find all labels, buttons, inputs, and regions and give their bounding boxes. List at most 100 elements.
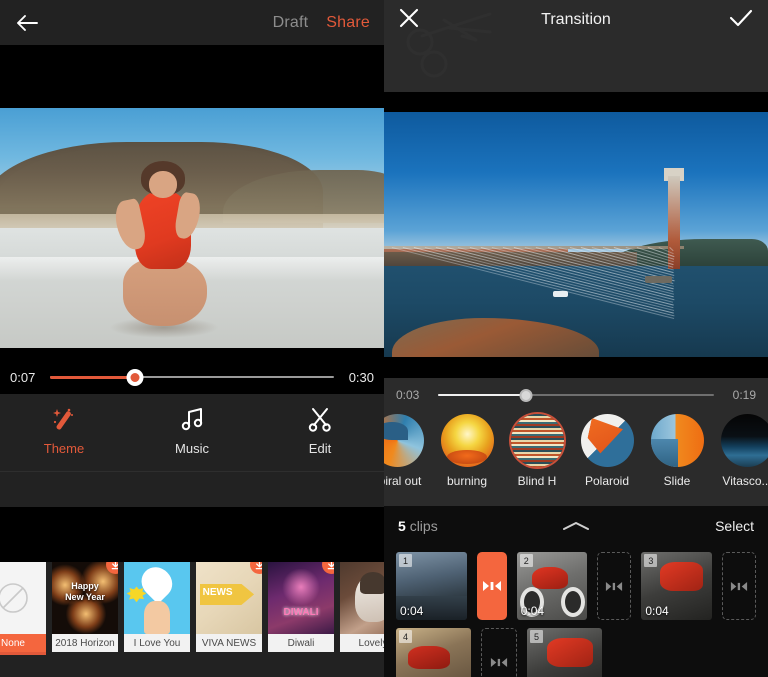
transition-bowtie-icon — [605, 580, 623, 593]
clip-index: 1 — [399, 554, 412, 567]
transition-item-blind-h[interactable]: Blind H — [502, 412, 572, 488]
transition-item-burning[interactable]: burning — [432, 412, 502, 488]
theme-item-none[interactable]: None — [0, 562, 46, 655]
right-timeline[interactable]: 0:03 0:19 — [384, 378, 768, 412]
theme-item-lovely[interactable]: Lovely — [340, 562, 384, 652]
clips-count-number: 5 — [398, 518, 406, 534]
transition-thumb-spiral-out — [384, 414, 424, 467]
transition-bowtie-icon — [730, 580, 748, 593]
boat — [553, 291, 568, 297]
bridge-cables — [384, 112, 768, 357]
beach-video-frame — [0, 108, 384, 348]
panel-spacer — [0, 472, 384, 507]
clip-index: 4 — [399, 630, 412, 643]
video-editor-panel: Draft Share — [0, 0, 384, 677]
theme-label: VIVA NEWS — [196, 634, 262, 652]
editor-tab-bar: Theme Music — [0, 394, 384, 472]
theme-art-text: NEWS — [203, 587, 233, 598]
transition-label: Slide — [664, 474, 691, 488]
theme-art-text: Happy — [52, 581, 118, 591]
transition-thumb-slide — [651, 414, 704, 467]
theme-label: Lovely — [340, 634, 384, 652]
transition-thumb-polaroid — [581, 414, 634, 467]
left-video-preview[interactable] — [0, 45, 384, 360]
right-timeline-track[interactable] — [438, 388, 714, 402]
tab-edit[interactable]: Edit — [256, 400, 384, 456]
clip-thumbnail[interactable]: 4 — [396, 628, 471, 677]
left-timeline-track[interactable] — [50, 370, 334, 384]
transition-item-polaroid[interactable]: Polaroid — [572, 412, 642, 488]
bridge-video-frame — [384, 112, 768, 357]
left-timeline[interactable]: 0:07 0:30 — [0, 360, 384, 394]
clips-header: 5 clips Select — [384, 506, 768, 546]
left-total-time: 0:30 — [344, 370, 374, 385]
theme-item-2018-horizon[interactable]: Happy New Year 2018 Horizon — [52, 562, 118, 652]
clip-index: 3 — [644, 554, 657, 567]
clip-duration: 0:04 — [645, 604, 668, 618]
right-total-time: 0:19 — [726, 388, 756, 402]
theme-thumb-none — [0, 562, 46, 634]
transition-slot[interactable] — [597, 552, 631, 620]
transition-slot[interactable] — [722, 552, 756, 620]
left-current-time: 0:07 — [10, 370, 40, 385]
theme-item-viva-news[interactable]: NEWS VIVA NEWS — [196, 562, 262, 652]
transition-thumb-burning — [441, 414, 494, 467]
clip-index: 5 — [530, 630, 543, 643]
transition-list[interactable]: spiral out burning Blind H Polaroid Slid… — [384, 412, 768, 506]
panel-title: Transition — [384, 11, 768, 29]
clip-index: 2 — [520, 554, 533, 567]
transition-item-spiral-out[interactable]: spiral out — [384, 412, 432, 488]
right-top-bar-row: Transition — [384, 0, 768, 40]
theme-art-text: New Year — [52, 592, 118, 602]
right-video-preview[interactable] — [384, 92, 768, 378]
transition-label: spiral out — [384, 474, 421, 488]
right-timeline-handle[interactable] — [520, 389, 533, 402]
theme-list[interactable]: None Happy New Year 2018 Horiz — [0, 562, 384, 677]
back-arrow-icon[interactable] — [14, 10, 40, 36]
left-top-bar: Draft Share — [0, 0, 384, 45]
clips-count-word: clips — [410, 518, 438, 534]
scissors-icon — [306, 404, 334, 434]
clip-duration: 0:04 — [400, 604, 423, 618]
theme-label: I Love You — [124, 634, 190, 652]
clips-row: 4 5 — [396, 628, 756, 677]
transition-slot[interactable] — [481, 628, 517, 677]
theme-label: Diwali — [268, 634, 334, 652]
theme-item-i-love-you[interactable]: I Love You — [124, 562, 190, 652]
magic-wand-icon — [49, 404, 79, 434]
left-top-bar-actions: Draft Share — [273, 14, 370, 32]
right-current-time: 0:03 — [396, 388, 426, 402]
clips-count: 5 clips — [398, 518, 438, 534]
share-button[interactable]: Share — [326, 14, 370, 32]
app-root: Draft Share — [0, 0, 768, 677]
person-figure — [115, 161, 215, 339]
left-timeline-handle[interactable] — [127, 369, 144, 386]
transition-item-slide[interactable]: Slide — [642, 412, 712, 488]
transition-label: burning — [447, 474, 487, 488]
tab-music[interactable]: Music — [128, 400, 256, 456]
theme-item-diwali[interactable]: DIWALI Diwali — [268, 562, 334, 652]
clip-duration: 0:04 — [521, 604, 544, 618]
clips-grid: 1 0:04 2 0:04 — [384, 546, 768, 677]
transition-item-vitascope[interactable]: Vitasco... — [712, 412, 768, 488]
draft-button[interactable]: Draft — [273, 14, 309, 32]
barge — [645, 276, 672, 283]
clip-thumbnail[interactable]: 5 — [527, 628, 602, 677]
transition-panel: Transition 0:0 — [384, 0, 768, 677]
transition-thumb-blind-h — [511, 414, 564, 467]
theme-label: None — [0, 634, 46, 652]
transition-label: Blind H — [518, 474, 557, 488]
theme-selected-underline — [0, 652, 46, 655]
theme-label: 2018 Horizon — [52, 634, 118, 652]
clip-thumbnail[interactable]: 2 0:04 — [517, 552, 588, 620]
tab-theme[interactable]: Theme — [0, 400, 128, 456]
transition-slot-selected[interactable] — [477, 552, 507, 620]
clip-thumbnail[interactable]: 1 0:04 — [396, 552, 467, 620]
clip-thumbnail[interactable]: 3 0:04 — [641, 552, 712, 620]
transition-bowtie-icon — [482, 579, 502, 593]
chevron-up-icon[interactable] — [384, 519, 768, 533]
select-button[interactable]: Select — [715, 518, 754, 534]
right-top-bar: Transition — [384, 0, 768, 92]
theme-thumb-viva-news: NEWS — [196, 562, 262, 634]
tab-theme-label: Theme — [44, 441, 84, 456]
